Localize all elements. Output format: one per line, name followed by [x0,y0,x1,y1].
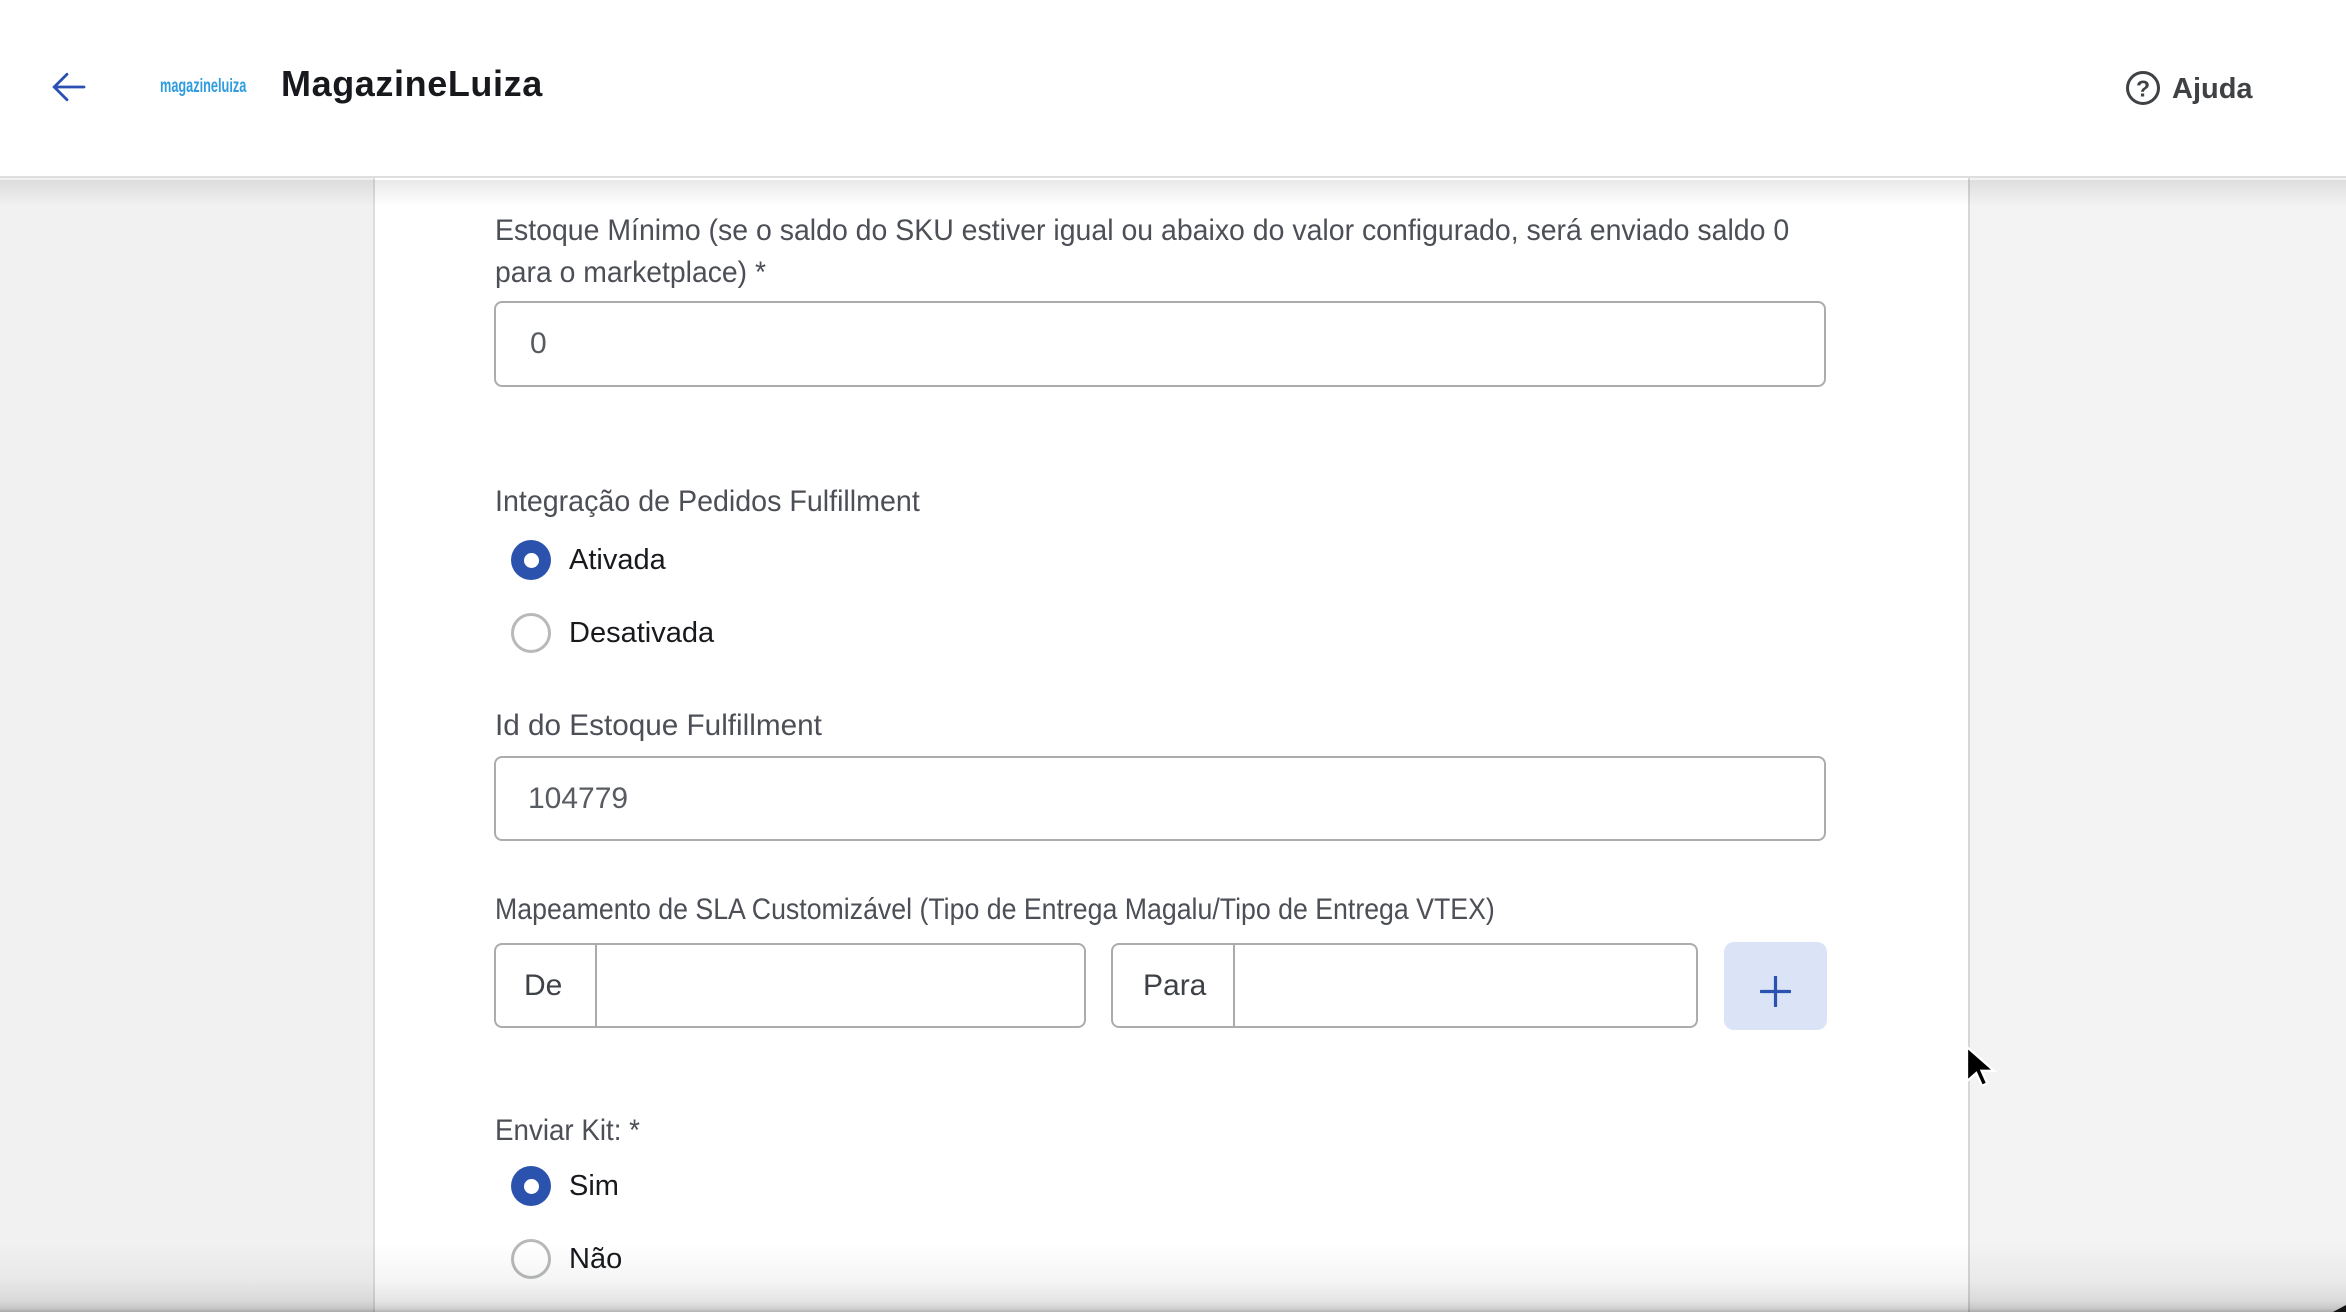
svg-text:?: ? [2136,76,2150,102]
